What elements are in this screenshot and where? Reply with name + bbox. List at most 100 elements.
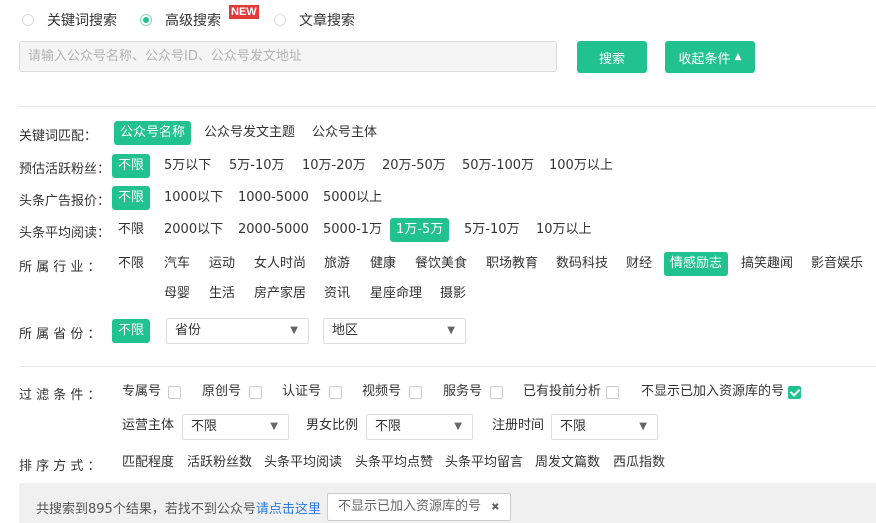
industry-option[interactable]: 旅游	[318, 252, 356, 276]
radio-advanced-search[interactable]: 高级搜索	[140, 10, 221, 30]
radio-icon	[22, 14, 34, 26]
fans-option[interactable]: 5万-10万	[223, 154, 291, 178]
gender-select-value: 不限	[375, 419, 402, 434]
checkbox-label: 视频号	[362, 384, 402, 399]
industry-option[interactable]: 情感励志	[664, 252, 729, 276]
filter-conditions-label: 过 滤 条 件 ：	[19, 388, 101, 403]
industry-option[interactable]: 职场教育	[480, 252, 544, 276]
fans-option[interactable]: 10万-20万	[296, 154, 372, 178]
result-count-text: 共搜索到895个结果，若找不到公众号	[36, 502, 256, 517]
industry-option[interactable]: 运动	[203, 252, 241, 276]
sort-label: 排 序 方 式 ：	[19, 459, 101, 474]
province-all-option[interactable]: 不限	[112, 319, 151, 343]
industry-option[interactable]: 母婴	[158, 282, 196, 306]
keyword-match-option[interactable]: 公众号主体	[306, 121, 383, 145]
dropdown-arrow-icon: ▼	[270, 421, 278, 432]
dropdown-arrow-icon: ▼	[639, 421, 647, 432]
radio-selected-icon	[140, 14, 152, 26]
avg-read-option[interactable]: 1万-5万	[390, 218, 450, 242]
divider	[19, 106, 876, 107]
radio-article-search[interactable]: 文章搜索	[274, 10, 355, 30]
industry-option[interactable]: 数码科技	[550, 252, 614, 276]
sort-option[interactable]: 头条平均阅读	[258, 451, 348, 475]
fans-option[interactable]: 20万-50万	[376, 154, 452, 178]
avg-read-option[interactable]: 5000-1万	[317, 218, 388, 242]
ad-price-option[interactable]: 不限	[112, 186, 151, 210]
dropdown-arrow-icon: ▼	[447, 325, 455, 336]
click-here-link[interactable]: 请点击这里	[256, 502, 321, 517]
operator-select[interactable]: 不限 ▼	[182, 414, 289, 440]
exclusive-checkbox[interactable]	[168, 386, 181, 399]
close-icon[interactable]: ✖	[491, 502, 499, 513]
avg-read-option[interactable]: 10万以上	[530, 218, 598, 242]
avg-read-option[interactable]: 2000-5000	[232, 218, 315, 242]
province-label: 所 属 省 份 ：	[19, 327, 101, 342]
industry-option[interactable]: 女人时尚	[248, 252, 312, 276]
radio-keyword-search[interactable]: 关键词搜索	[22, 10, 117, 30]
industry-option[interactable]: 星座命理	[364, 282, 428, 306]
radio-label: 文章搜索	[299, 13, 355, 29]
sort-option[interactable]: 匹配程度	[116, 451, 180, 475]
original-checkbox[interactable]	[249, 386, 262, 399]
avg-read-option[interactable]: 不限	[112, 218, 150, 242]
new-badge: NEW	[229, 5, 259, 19]
result-summary: 共搜索到895个结果，若找不到公众号请点击这里	[36, 498, 321, 517]
industry-option[interactable]: 搞笑趣闻	[735, 252, 799, 276]
active-filter-tag: 不显示已加入资源库的号 ✖	[327, 493, 511, 521]
radio-icon	[274, 14, 286, 26]
radio-label: 高级搜索	[165, 13, 221, 29]
industry-option[interactable]: 摄影	[434, 282, 472, 306]
divider	[19, 366, 876, 367]
hide-added-checkbox[interactable]	[788, 386, 801, 399]
industry-option[interactable]: 影音娱乐	[805, 252, 869, 276]
industry-option[interactable]: 健康	[364, 252, 402, 276]
avg-read-option[interactable]: 2000以下	[158, 218, 229, 242]
sort-option[interactable]: 头条平均点赞	[349, 451, 439, 475]
ad-price-option[interactable]: 1000以下	[158, 186, 229, 210]
caret-up-icon: ▲	[734, 52, 742, 62]
gender-select[interactable]: 不限 ▼	[366, 414, 473, 440]
province-select[interactable]: 省份 ▼	[166, 318, 309, 344]
industry-option[interactable]: 汽车	[158, 252, 196, 276]
collapse-conditions-button[interactable]: 收起条件 ▲	[665, 41, 755, 73]
active-filter-tag-label: 不显示已加入资源库的号	[338, 499, 482, 514]
keyword-match-option[interactable]: 公众号名称	[114, 121, 192, 145]
avg-read-label: 头条平均阅读：	[19, 226, 111, 241]
checkbox-label: 已有投前分析	[523, 384, 602, 399]
fans-option[interactable]: 5万以下	[158, 154, 217, 178]
video-checkbox[interactable]	[409, 386, 422, 399]
search-input[interactable]	[19, 41, 557, 72]
fans-option[interactable]: 50万-100万	[456, 154, 540, 178]
pre-analysis-checkbox[interactable]	[606, 386, 619, 399]
sort-option[interactable]: 西瓜指数	[607, 451, 671, 475]
search-button[interactable]: 搜索	[577, 41, 647, 73]
collapse-button-label: 收起条件	[678, 51, 731, 67]
keyword-match-option[interactable]: 公众号发文主题	[198, 121, 301, 145]
region-select[interactable]: 地区 ▼	[323, 318, 466, 344]
industry-option[interactable]: 财经	[620, 252, 658, 276]
keyword-match-label: 关键词匹配：	[19, 129, 98, 144]
ad-price-option[interactable]: 1000-5000	[232, 186, 315, 210]
industry-option[interactable]: 资讯	[318, 282, 356, 306]
service-checkbox[interactable]	[490, 386, 503, 399]
avg-read-option[interactable]: 5万-10万	[458, 218, 526, 242]
register-select[interactable]: 不限 ▼	[551, 414, 658, 440]
verified-checkbox[interactable]	[329, 386, 342, 399]
ad-price-option[interactable]: 5000以上	[317, 186, 388, 210]
industry-option[interactable]: 房产家居	[248, 282, 312, 306]
industry-option[interactable]: 生活	[203, 282, 241, 306]
fans-option[interactable]: 不限	[112, 154, 151, 178]
industry-label: 所 属 行 业 ：	[19, 260, 101, 275]
sort-option[interactable]: 活跃粉丝数	[181, 451, 258, 475]
register-select-value: 不限	[560, 419, 587, 434]
radio-label: 关键词搜索	[47, 13, 117, 29]
industry-option[interactable]: 不限	[112, 252, 150, 276]
register-label: 注册时间	[492, 418, 545, 433]
sort-option[interactable]: 周发文篇数	[529, 451, 606, 475]
sort-option[interactable]: 头条平均留言	[439, 451, 529, 475]
checkbox-label: 专属号	[122, 384, 162, 399]
fans-option[interactable]: 100万以上	[543, 154, 619, 178]
dropdown-arrow-icon: ▼	[454, 421, 462, 432]
checkbox-label: 不显示已加入资源库的号	[641, 384, 785, 399]
industry-option[interactable]: 餐饮美食	[409, 252, 473, 276]
